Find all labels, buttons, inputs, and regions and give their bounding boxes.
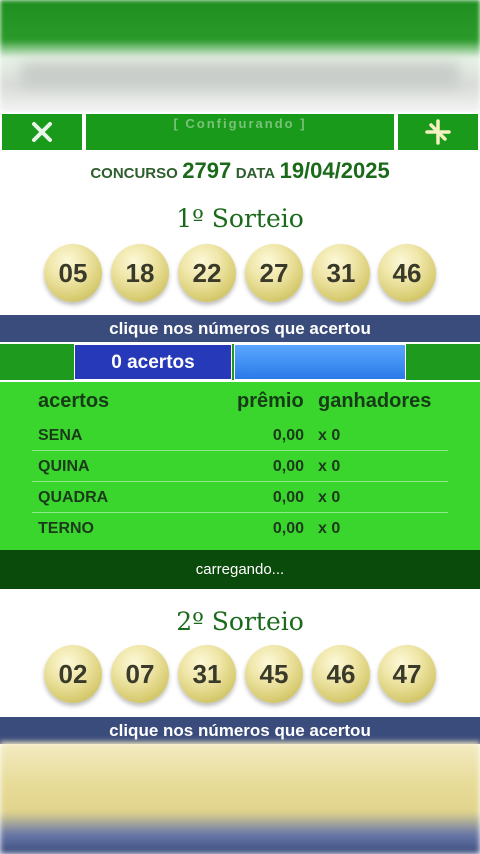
ball[interactable]: 27 xyxy=(245,244,303,302)
prize-table: acertos prêmio ganhadores SENA 0,00 x 0 … xyxy=(0,382,480,550)
table-row: QUADRA 0,00 x 0 xyxy=(32,482,448,513)
ball[interactable]: 05 xyxy=(44,244,102,302)
toolbar: [ Configurando ] xyxy=(0,112,480,154)
ball[interactable]: 07 xyxy=(111,645,169,703)
prize-name: QUADRA xyxy=(38,489,109,506)
ball[interactable]: 46 xyxy=(312,645,370,703)
add-button[interactable] xyxy=(398,114,478,150)
prize-value: 0,00 xyxy=(272,458,304,475)
close-x-icon xyxy=(32,122,52,142)
contest-info: CONCURSO 2797 DATA 19/04/2025 xyxy=(0,158,480,184)
draw1-title: 1º Sorteio xyxy=(176,204,304,233)
concurso-number: 2797 xyxy=(182,158,232,183)
prize-name: SENA xyxy=(38,427,83,444)
table-row: TERNO 0,00 x 0 xyxy=(32,513,448,544)
draw1-balls: 05 18 22 27 31 46 xyxy=(44,244,436,304)
prize-value: 0,00 xyxy=(272,427,304,444)
prize-winners: x 0 xyxy=(318,520,341,537)
blurred-footer xyxy=(0,742,480,854)
ball[interactable]: 31 xyxy=(178,645,236,703)
prize-winners: x 0 xyxy=(318,458,341,475)
header-premio: prêmio xyxy=(237,390,304,412)
ball[interactable]: 47 xyxy=(378,645,436,703)
ball[interactable]: 45 xyxy=(245,645,303,703)
close-button[interactable] xyxy=(2,114,82,150)
blurred-banner xyxy=(20,62,460,88)
draw-date: 19/04/2025 xyxy=(279,158,390,183)
draw1-instruction: clique nos números que acertou xyxy=(0,315,480,342)
draw2-instruction: clique nos números que acertou xyxy=(0,717,480,744)
concurso-label: CONCURSO xyxy=(90,165,178,182)
ball[interactable]: 02 xyxy=(44,645,102,703)
table-row: SENA 0,00 x 0 xyxy=(32,420,448,451)
draw2-balls: 02 07 31 45 46 47 xyxy=(44,645,436,705)
plus-star-icon xyxy=(425,119,451,145)
ball[interactable]: 31 xyxy=(312,244,370,302)
ball[interactable]: 18 xyxy=(111,244,169,302)
loading-bar: carregando... xyxy=(0,550,480,589)
status-bar: [ Configurando ] xyxy=(86,114,394,150)
prize-name: TERNO xyxy=(38,520,94,537)
ball[interactable]: 22 xyxy=(178,244,236,302)
table-row: QUINA 0,00 x 0 xyxy=(32,451,448,482)
prize-winners: x 0 xyxy=(318,489,341,506)
prize-value: 0,00 xyxy=(272,520,304,537)
hits-progress-bar xyxy=(234,344,406,380)
data-label: DATA xyxy=(235,165,276,182)
header-ganhadores: ganhadores xyxy=(318,390,432,412)
status-text: [ Configurando ] xyxy=(173,116,307,131)
header-acertos: acertos xyxy=(38,390,110,412)
draw2-title: 2º Sorteio xyxy=(176,607,304,636)
prize-winners: x 0 xyxy=(318,427,341,444)
hits-row: 0 acertos xyxy=(0,344,480,380)
prize-name: QUINA xyxy=(38,458,90,475)
hits-count: 0 acertos xyxy=(74,344,232,380)
blurred-app-header xyxy=(0,0,480,112)
ball[interactable]: 46 xyxy=(378,244,436,302)
prize-value: 0,00 xyxy=(272,489,304,506)
